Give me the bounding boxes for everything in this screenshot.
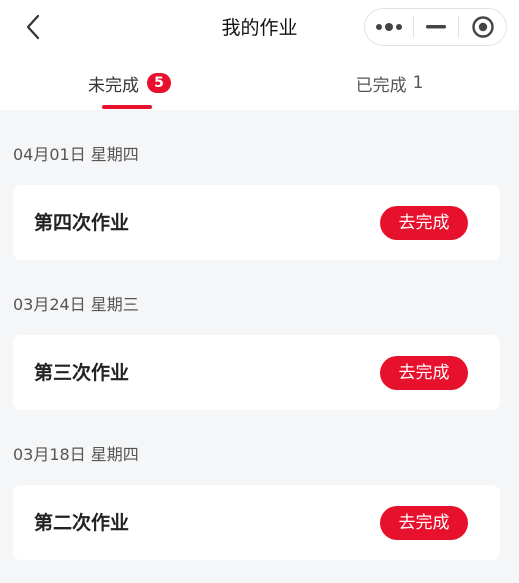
tab-label: 已完成 (355, 75, 407, 96)
go-complete-button[interactable]: 去完成 (380, 206, 468, 240)
more-dots-icon (375, 23, 402, 31)
group-date: 03月24日 星期三 (13, 295, 139, 314)
go-complete-button[interactable]: 去完成 (380, 356, 468, 390)
mini-program-capsule (364, 8, 507, 46)
group-date: 04月01日 星期四 (13, 145, 139, 164)
minimize-button[interactable] (414, 9, 459, 45)
nav-bar: 我的作业 (0, 0, 519, 56)
homework-card[interactable]: 第三次作业 去完成 (13, 335, 500, 410)
active-tab-indicator (102, 105, 152, 109)
tab-count: 1 (412, 73, 424, 93)
more-button[interactable] (365, 9, 413, 45)
homework-title: 第三次作业 (34, 362, 130, 384)
tab-label: 未完成 (88, 75, 139, 96)
back-button[interactable] (18, 12, 48, 42)
homework-card[interactable]: 第四次作业 去完成 (13, 185, 500, 260)
group-date: 03月18日 星期四 (13, 445, 139, 464)
homework-card[interactable]: 第二次作业 去完成 (13, 485, 500, 560)
chevron-left-icon (26, 14, 40, 40)
tab-incomplete[interactable]: 未完成 5 (0, 56, 259, 110)
go-complete-button[interactable]: 去完成 (380, 506, 468, 540)
minus-icon (426, 25, 446, 29)
tab-completed[interactable]: 已完成 1 (260, 56, 519, 110)
count-badge: 5 (147, 73, 171, 93)
header-bar: 我的作业 未完成 5 已完成 1 (0, 0, 519, 110)
homework-title: 第四次作业 (34, 212, 130, 234)
homework-title: 第二次作业 (34, 512, 130, 534)
close-button[interactable] (459, 9, 506, 45)
target-circle-icon (471, 16, 494, 38)
tab-bar: 未完成 5 已完成 1 (0, 56, 519, 110)
